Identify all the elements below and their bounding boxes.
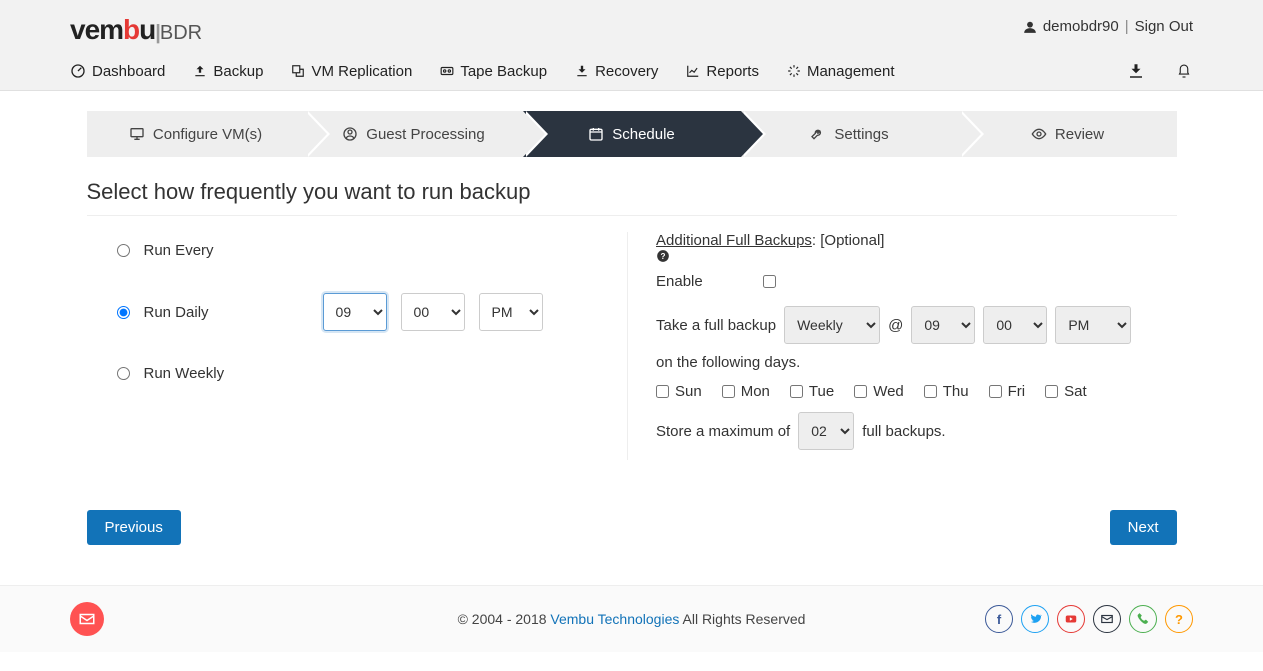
day-sat[interactable] [1045,385,1058,398]
day-wed[interactable] [854,385,867,398]
nav-dashboard[interactable]: Dashboard [70,63,165,80]
download-tray-icon[interactable] [1127,62,1145,80]
wrench-icon [810,126,826,142]
nav-management[interactable]: Management [787,63,895,80]
day-thu[interactable] [924,385,937,398]
divider: | [1125,18,1129,35]
nav-tape-backup[interactable]: Tape Backup [440,63,547,80]
step-schedule[interactable]: Schedule [523,111,741,157]
store-max-label-2: full backups. [862,423,945,440]
day-fri[interactable] [989,385,1002,398]
download-icon [575,64,589,78]
chat-icon[interactable] [70,602,104,636]
monitor-icon [129,126,145,142]
enable-label: Enable [656,273,703,290]
help-icon[interactable]: ? [656,249,1177,263]
select-daily-ampm[interactable]: PM [479,293,543,331]
radio-run-daily[interactable] [117,306,130,319]
user-circle-icon [342,126,358,142]
copyright-years: 2004 - 2018 [472,611,547,627]
select-full-hour[interactable]: 09 [911,306,975,344]
additional-optional: : [Optional] [812,232,885,249]
enable-checkbox[interactable] [763,275,776,288]
select-full-minute[interactable]: 00 [983,306,1047,344]
additional-title: Additional Full Backups [656,232,812,249]
calendar-icon [588,126,604,142]
next-button[interactable]: Next [1110,510,1177,545]
company-link[interactable]: Vembu Technologies [550,611,679,627]
at-label: @ [888,317,903,334]
mail-icon[interactable] [1093,605,1121,633]
step-settings[interactable]: Settings [741,111,959,157]
select-full-period[interactable]: Weekly [784,306,880,344]
day-tue[interactable] [790,385,803,398]
nav-backup[interactable]: Backup [193,63,263,80]
signout-link[interactable]: Sign Out [1135,18,1193,35]
phone-icon[interactable] [1129,605,1157,633]
bell-icon[interactable] [1175,62,1193,80]
eye-icon [1031,126,1047,142]
youtube-icon[interactable] [1057,605,1085,633]
previous-button[interactable]: Previous [87,510,181,545]
label-run-weekly: Run Weekly [144,365,225,382]
chart-icon [686,64,700,78]
take-full-label: Take a full backup [656,317,776,334]
radio-run-weekly[interactable] [117,367,130,380]
logo: vembu|BDR [70,14,202,46]
day-sun[interactable] [656,385,669,398]
tape-icon [440,64,454,78]
nav-vm-replication[interactable]: VM Replication [291,63,412,80]
label-run-every: Run Every [144,242,214,259]
user-icon [1023,20,1037,34]
store-max-label-1: Store a maximum of [656,423,790,440]
twitter-icon[interactable] [1021,605,1049,633]
step-guest-processing[interactable]: Guest Processing [305,111,523,157]
select-max-backups[interactable]: 02 [798,412,854,450]
select-full-ampm[interactable]: PM [1055,306,1131,344]
username: demobdr90 [1043,18,1119,35]
step-configure-vms[interactable]: Configure VM(s) [87,111,305,157]
page-heading: Select how frequently you want to run ba… [87,179,1177,205]
management-icon [787,64,801,78]
dashboard-icon [70,63,86,79]
copyright-icon: © [458,611,468,627]
day-mon[interactable] [722,385,735,398]
step-review[interactable]: Review [959,111,1177,157]
help-circle-icon[interactable]: ? [1165,605,1193,633]
facebook-icon[interactable]: f [985,605,1013,633]
label-run-daily: Run Daily [144,304,209,321]
rights-text: All Rights Reserved [682,611,805,627]
radio-run-every[interactable] [117,244,130,257]
svg-text:?: ? [661,252,666,261]
upload-icon [193,64,207,78]
replication-icon [291,64,305,78]
on-days-label: on the following days. [656,354,1177,371]
nav-reports[interactable]: Reports [686,63,759,80]
select-daily-minute[interactable]: 00 [401,293,465,331]
wizard-steps: Configure VM(s) Guest Processing Schedul… [87,111,1177,157]
nav-recovery[interactable]: Recovery [575,63,658,80]
select-daily-hour[interactable]: 09 [323,293,387,331]
